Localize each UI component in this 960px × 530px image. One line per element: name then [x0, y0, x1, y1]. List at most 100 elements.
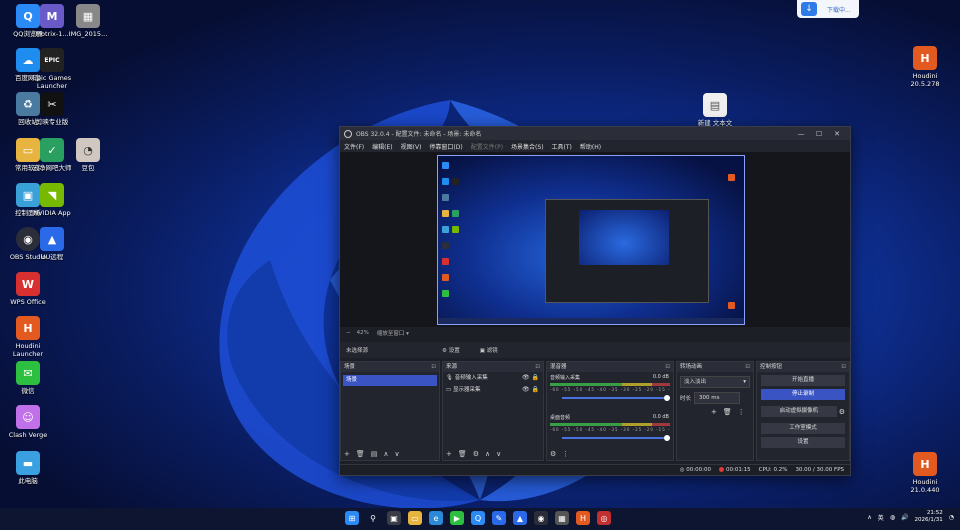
virtual-cam-row: 启动虚拟摄像机 ⚙ [757, 403, 849, 420]
maximize-icon[interactable]: ☐ [810, 130, 828, 138]
volume-slider[interactable] [562, 435, 670, 441]
filters-button[interactable]: ▣ 滤镜 [480, 346, 498, 354]
menu-edit[interactable]: 编辑(E) [372, 142, 392, 151]
edge-icon[interactable]: e [429, 511, 443, 525]
menu-docks[interactable]: 停靠窗口(D) [429, 142, 462, 151]
studio-mode-button[interactable]: 工作室模式 [761, 423, 845, 434]
duration-label: 时长 [680, 396, 692, 402]
dock-close-icon[interactable]: ⊡ [535, 362, 540, 372]
gear-icon[interactable]: ⚙ [473, 450, 479, 458]
no-source-label: 未选择源 [346, 348, 369, 354]
menu-tools[interactable]: 工具(T) [552, 142, 572, 151]
settings-button[interactable]: 设置 [761, 437, 845, 448]
media-player-icon[interactable]: ▶ [450, 511, 464, 525]
desktop-icon-epic-games[interactable]: EPIC Epic Games Launcher [27, 48, 77, 90]
start-virtual-camera-button[interactable]: 启动虚拟摄像机 [761, 406, 837, 417]
add-icon[interactable]: + [344, 450, 350, 458]
start-streaming-button[interactable]: 开始直播 [761, 375, 845, 386]
menu-file[interactable]: 文件(F) [344, 142, 364, 151]
desktop-icon-img-file[interactable]: ▦ IMG_2015... [63, 4, 113, 38]
obs-icon[interactable]: ◉ [534, 511, 548, 525]
trash-icon[interactable]: 🗑 [356, 450, 365, 458]
clock[interactable]: 21:52 2026/1/31 [915, 510, 943, 524]
desktop-icon-this-pc[interactable]: ▬ 此电脑 [3, 451, 53, 485]
duration-input[interactable]: 300 ms [694, 392, 741, 404]
preview-taskbar [438, 318, 744, 324]
add-icon[interactable]: + [711, 408, 717, 416]
add-icon[interactable]: + [446, 450, 452, 458]
desktop-icon-nvidia-app[interactable]: ◥ NVIDIA App [27, 183, 77, 217]
task-view-icon[interactable]: ▣ [387, 511, 401, 525]
preview-desktop-icon [442, 226, 449, 233]
volume-icon[interactable]: 🔊 [901, 514, 908, 521]
up-icon[interactable]: ∧ [383, 450, 388, 458]
mixer-channel: 桌面音频 0.0 dB -60 -55 -50 -45 -40 -35 -30 … [547, 412, 673, 452]
preview-desktop-icon [442, 178, 449, 185]
gear-icon[interactable]: ⚙ [839, 408, 845, 416]
trash-icon[interactable]: 🗑 [458, 450, 467, 458]
desktop-icon-doubao[interactable]: ◔ 豆包 [63, 138, 113, 172]
desktop-icon-wps-office[interactable]: W WPS Office [3, 272, 53, 306]
down-icon[interactable]: ∨ [395, 450, 400, 458]
file-explorer-icon[interactable]: ▭ [408, 511, 422, 525]
menu-help[interactable]: 帮助(H) [580, 142, 601, 151]
desktop-icon-clash-verge[interactable]: ☺ Clash Verge [3, 405, 53, 439]
download-toast[interactable]: ↓ 下载中... [797, 0, 859, 18]
more-icon[interactable]: ⋮ [738, 408, 745, 416]
trash-icon[interactable]: 🗑 [723, 408, 732, 416]
volume-slider[interactable] [562, 395, 670, 401]
desktop-icon-houdini-21[interactable]: H Houdini 21.0.440 [900, 452, 950, 494]
clock-date: 2026/1/31 [914, 517, 943, 523]
editor-icon[interactable]: ✎ [492, 511, 506, 525]
dock-close-icon[interactable]: ⊡ [431, 362, 436, 372]
nvidia-icon: ◥ [40, 183, 64, 207]
transition-select[interactable]: 淡入淡出 ▾ [680, 376, 750, 388]
desktop-icon-wechat[interactable]: ✉ 微信 [3, 361, 53, 395]
filter-icon[interactable]: ▤ [371, 450, 378, 458]
desktop-icon-uu-remote[interactable]: ▲ UU远程 [27, 227, 77, 261]
zoom-minus[interactable]: − [346, 330, 351, 336]
desktop-icon-new-text[interactable]: ▤ 新建 文本文 [690, 93, 740, 127]
dock-close-icon[interactable]: ⊡ [745, 362, 750, 372]
start-icon[interactable]: ⊞ [345, 511, 359, 525]
network-icon[interactable]: ◍ [890, 514, 895, 521]
dock-close-icon[interactable]: ⊡ [665, 362, 670, 372]
eye-lock-icon[interactable]: 👁 🔒 [522, 384, 539, 396]
zoom-level: 42% [356, 330, 369, 336]
input-language[interactable]: 英 [878, 513, 884, 522]
search-icon[interactable]: ⚲ [366, 511, 380, 525]
close-icon[interactable]: ✕ [828, 130, 846, 138]
desktop-icon-houdini-20[interactable]: H Houdini 20.5.278 [900, 46, 950, 88]
source-item[interactable]: 🎙 音频输入采集 👁 🔒 [443, 372, 543, 384]
obs-titlebar[interactable]: OBS 32.0.4 - 配置文件: 未命名 - 场景: 未命名 — ☐ ✕ [340, 127, 850, 140]
down-icon[interactable]: ∨ [496, 450, 501, 458]
zoom-mode-select[interactable]: 缩放至窗口 ▾ [377, 329, 409, 337]
desktop-icon-houdini-launcher[interactable]: H Houdini Launcher [3, 316, 53, 358]
menu-profile[interactable]: 配置文件(P) [471, 142, 503, 151]
preview-nested-obs [545, 199, 709, 303]
volume-meter [550, 383, 670, 386]
stop-recording-button[interactable]: 停止录制 [761, 389, 845, 400]
netease-icon[interactable]: ◎ [597, 511, 611, 525]
eye-lock-icon[interactable]: 👁 🔒 [522, 372, 539, 384]
uu-remote-icon[interactable]: ▲ [513, 511, 527, 525]
menu-view[interactable]: 视图(V) [401, 142, 422, 151]
source-item[interactable]: ▭ 显示器采集 👁 🔒 [443, 384, 543, 396]
uu-remote-icon: ▲ [40, 227, 64, 251]
desktop-icon-jianying[interactable]: ✂ 剪映专业版 [27, 92, 77, 126]
notification-icon[interactable]: ◔ [949, 514, 954, 521]
dock-close-icon[interactable]: ⊡ [841, 362, 846, 372]
preview-area[interactable] [340, 152, 850, 327]
tray-chevron-icon[interactable]: ∧ [867, 514, 871, 521]
properties-button[interactable]: ⚙ 设置 [442, 346, 460, 354]
minimize-icon[interactable]: — [792, 130, 810, 138]
qq-browser-icon[interactable]: Q [471, 511, 485, 525]
gear-icon[interactable]: ⚙ [550, 450, 556, 458]
more-icon[interactable]: ⋮ [562, 450, 569, 458]
scene-item[interactable]: 场景 [343, 375, 437, 386]
houdini-icon[interactable]: H [576, 511, 590, 525]
mixer-footer: ⚙ ⋮ [550, 450, 670, 458]
menu-scene-collection[interactable]: 场景集合(S) [511, 142, 544, 151]
up-icon[interactable]: ∧ [485, 450, 490, 458]
app-icon[interactable]: ▦ [555, 511, 569, 525]
